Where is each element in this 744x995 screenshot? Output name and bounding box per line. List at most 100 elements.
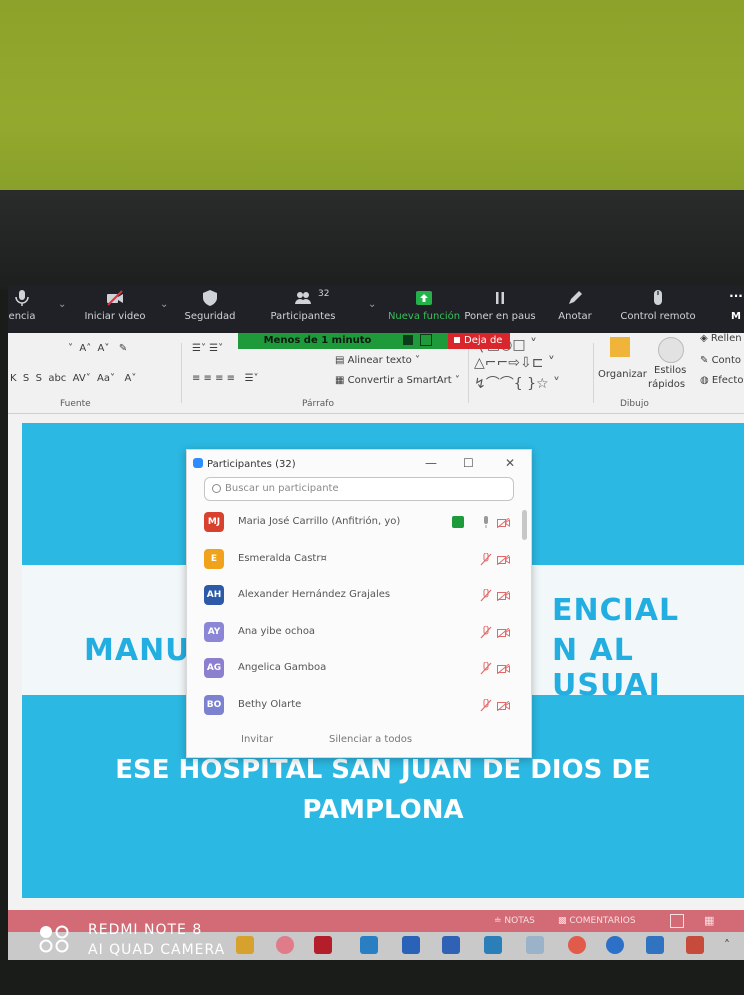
arrange-icon [610,337,630,357]
participants-chevron-icon[interactable]: ⌄ [368,299,376,310]
powerpoint-icon[interactable] [686,936,704,954]
avatar: MJ [204,512,224,532]
mute-button[interactable]: encia [8,289,42,322]
shield-icon [203,290,217,306]
timer-label: Menos de 1 minuto [263,335,372,346]
font-format-controls[interactable]: K S S abc AV˅ Aa˅ A˅ [10,373,136,384]
microphone-icon[interactable] [480,516,492,529]
snip-icon[interactable] [526,936,544,954]
annotate-button[interactable]: Anotar [548,289,602,322]
pause-share-label: Poner en paus [464,311,536,322]
video-chevron-icon[interactable]: ⌄ [160,299,168,310]
start-video-button[interactable]: Iniciar video [80,289,150,322]
ribbon-separator [593,343,594,403]
chevron-up-icon[interactable]: ˄ [724,938,730,952]
maximize-icon[interactable]: ☐ [463,456,474,470]
normal-view-icon[interactable] [670,914,684,928]
annotate-label: Anotar [558,311,592,322]
drawing-group-label: Dibujo [620,399,649,409]
more-button[interactable]: ··· M [724,289,744,322]
invite-button[interactable]: Invitar [241,734,273,745]
pause-share-button[interactable]: Poner en paus [464,289,536,322]
sorter-view-icon[interactable]: ▦ [704,914,714,927]
netflix-icon[interactable] [314,936,332,954]
scrollbar-thumb[interactable] [522,510,527,540]
participant-row[interactable]: MJ Maria José Carrillo (Anfitrión, yo) [204,510,514,536]
word-icon[interactable] [442,936,460,954]
stop-share-button[interactable]: Deja de [448,333,510,349]
camera-watermark: REDMI NOTE 8 AI QUAD CAMERA [88,920,225,960]
remote-control-button[interactable]: Control remoto [618,289,698,322]
store-icon[interactable] [236,936,254,954]
minimize-icon[interactable]: — [425,456,437,470]
mute-chevron-icon[interactable]: ⌄ [58,299,66,310]
align-text-label: Alinear texto [347,355,412,366]
participant-row[interactable]: AG Angelica Gamboa [204,656,514,682]
more-icon: ··· [729,289,743,303]
dual-circle-icon [39,925,69,953]
video-off-icon[interactable] [497,664,510,674]
quick-styles-label2[interactable]: rápidos [648,379,685,390]
video-off-icon[interactable] [497,700,510,711]
font-size-controls[interactable]: ˅ A˄ A˅ ✎ [68,343,127,354]
participant-row[interactable]: AH Alexander Hernández Grajales [204,583,514,609]
close-icon[interactable]: ✕ [505,456,515,470]
notes-button[interactable]: ≐ NOTAS [494,916,535,926]
convert-smartart-button[interactable]: ▦ Convertir a SmartArt ˅ [335,375,460,386]
video-off-icon[interactable] [497,591,510,601]
screen-share-icon [452,516,464,528]
shapes-gallery-row2[interactable]: △⌐⌐⇨⇩⊏ ˅ [474,355,555,371]
arrange-button[interactable]: Organizar [598,369,647,380]
participant-row[interactable]: AY Ana yibe ochoa [204,620,514,646]
list-controls[interactable]: ☰˅ ☰˅ [192,343,223,354]
font-group-label: Fuente [60,399,91,409]
shape-effects-label: Efecto [711,375,744,386]
avatar: E [204,548,224,569]
ribbon-separator [468,343,469,403]
microphone-muted-icon[interactable] [480,589,492,602]
quick-styles-label1[interactable]: Estilos [654,365,686,376]
slide-title-fragment-2: MANU [84,633,191,668]
watermark-line-2: AI QUAD CAMERA [88,942,226,958]
shape-effects-button[interactable]: ◍ Efecto [700,375,743,386]
outlook-icon[interactable] [646,936,664,954]
security-label: Seguridad [184,311,236,322]
participant-row[interactable]: BO Bethy Olarte [204,693,514,719]
zoom-app-icon[interactable] [606,936,624,954]
shapes-gallery-row3[interactable]: ↯⌒⌒{ }☆ ˅ [474,373,560,393]
slide-title-fragment-1: ENCIAL [552,593,680,628]
b-app-icon[interactable] [402,936,420,954]
participant-name: Bethy Olarte [238,698,302,710]
new-share-button[interactable]: Nueva función [386,289,462,322]
shape-fill-button[interactable]: ◈ Rellen [700,333,742,344]
align-text-button[interactable]: ▤ Alinear texto ˅ [335,355,420,366]
laptop-bezel [0,190,744,438]
notes-label: NOTAS [504,916,535,926]
participants-label: Participantes [270,311,336,322]
participants-icon [295,292,311,304]
search-placeholder: Buscar un participante [225,483,339,494]
align-controls[interactable]: ≡ ≡ ≡ ≡ ☰˅ [192,373,259,384]
video-off-icon[interactable] [497,518,510,528]
watermark-line-1: REDMI NOTE 8 [88,922,203,938]
microphone-muted-icon[interactable] [480,552,492,566]
video-off-icon[interactable] [497,554,510,565]
video-off-icon[interactable] [497,627,510,638]
browser-icon[interactable] [276,936,294,954]
search-participant-field[interactable]: Buscar un participante [204,477,514,501]
shape-outline-button[interactable]: ✎ Conto [700,355,741,366]
security-button[interactable]: Seguridad [180,289,240,322]
more-label: M [731,311,741,322]
quick-styles-icon [658,337,684,363]
photos-icon[interactable] [484,936,502,954]
mute-all-button[interactable]: Silenciar a todos [329,734,412,745]
mail-icon[interactable] [360,936,378,954]
microphone-muted-icon[interactable] [480,698,492,712]
comments-button[interactable]: ▩ COMENTARIOS [558,916,636,926]
microphone-muted-icon[interactable] [480,662,492,675]
convert-smartart-label: Convertir a SmartArt [347,375,452,386]
participant-row[interactable]: E Esmeralda Castr¤ [204,547,514,573]
chrome-icon[interactable] [568,936,586,954]
microphone-muted-icon[interactable] [480,625,492,639]
background-wall [0,0,744,200]
